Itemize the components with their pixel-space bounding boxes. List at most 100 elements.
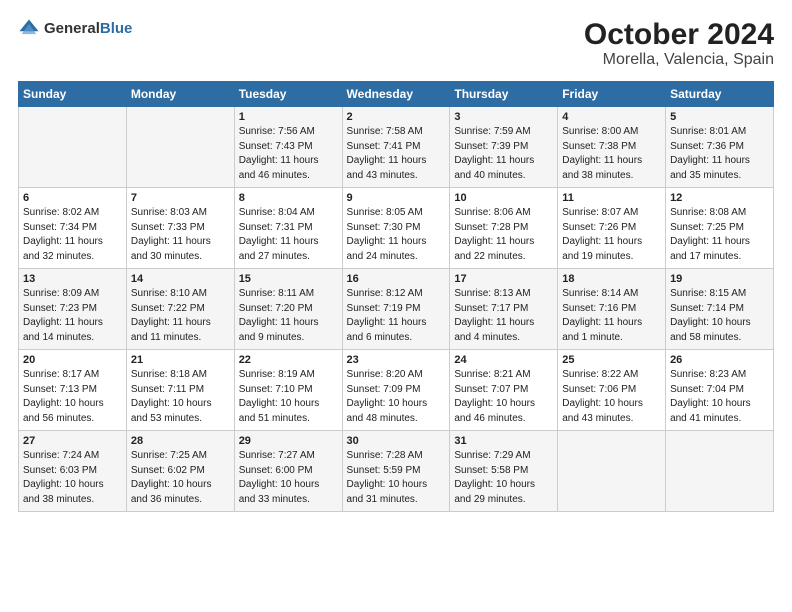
day-number: 8 — [239, 192, 338, 204]
table-row: 22Sunrise: 8:19 AM Sunset: 7:10 PM Dayli… — [234, 350, 342, 431]
table-row: 3 Sunrise: 7:59 AM Sunset: 7:39 PM Daylig… — [450, 107, 558, 188]
day-info: Sunrise: 8:15 AM Sunset: 7:14 PM Dayligh… — [670, 287, 769, 345]
day-info: Sunrise: 8:11 AM Sunset: 7:20 PM Dayligh… — [239, 287, 338, 345]
day-info: Sunrise: 8:13 AM Sunset: 7:17 PM Dayligh… — [454, 287, 553, 345]
table-row: 17 Sunrise: 8:13 AM Sunset: 7:17 PM Dayli… — [450, 269, 558, 350]
header-saturday: Saturday — [666, 82, 774, 107]
day-number: 26 — [670, 354, 769, 366]
table-row: 14Sunrise: 8:10 AM Sunset: 7:22 PM Dayli… — [126, 269, 234, 350]
table-row: 25 Sunrise: 8:22 AM Sunset: 7:06 PM Dayli… — [558, 350, 666, 431]
table-row: 26Sunrise: 8:23 AM Sunset: 7:04 PM Dayli… — [666, 350, 774, 431]
calendar-week-row: 27 Sunrise: 7:24 AM Sunset: 6:03 PM Dayli… — [19, 431, 774, 512]
header-sunday: Sunday — [19, 82, 127, 107]
day-number: 24 — [454, 354, 553, 366]
day-info: Sunrise: 8:17 AM Sunset: 7:13 PM Dayligh… — [23, 368, 122, 426]
day-info: Sunrise: 8:12 AM Sunset: 7:19 PM Dayligh… — [347, 287, 446, 345]
table-row: 16 Sunrise: 8:12 AM Sunset: 7:19 PM Dayli… — [342, 269, 450, 350]
day-number: 20 — [23, 354, 122, 366]
header: GeneralBlue October 2024 Morella, Valenc… — [18, 18, 774, 69]
day-number: 29 — [239, 435, 338, 447]
day-info: Sunrise: 8:20 AM Sunset: 7:09 PM Dayligh… — [347, 368, 446, 426]
day-number: 14 — [131, 273, 230, 285]
day-number: 17 — [454, 273, 553, 285]
table-row: 24Sunrise: 8:21 AM Sunset: 7:07 PM Dayli… — [450, 350, 558, 431]
table-row: 11Sunrise: 8:07 AM Sunset: 7:26 PM Dayli… — [558, 188, 666, 269]
header-friday: Friday — [558, 82, 666, 107]
table-row: 7 Sunrise: 8:03 AM Sunset: 7:33 PM Daylig… — [126, 188, 234, 269]
table-row: 18 Sunrise: 8:14 AM Sunset: 7:16 PM Dayli… — [558, 269, 666, 350]
day-number: 16 — [347, 273, 446, 285]
day-info: Sunrise: 8:02 AM Sunset: 7:34 PM Dayligh… — [23, 206, 122, 264]
day-info: Sunrise: 8:00 AM Sunset: 7:38 PM Dayligh… — [562, 125, 661, 183]
day-number: 12 — [670, 192, 769, 204]
calendar-header-row: Sunday Monday Tuesday Wednesday Thursday… — [19, 82, 774, 107]
logo-icon — [18, 18, 40, 40]
logo-general: GeneralBlue — [44, 20, 132, 38]
day-number: 7 — [131, 192, 230, 204]
table-row: 9Sunrise: 8:05 AM Sunset: 7:30 PM Daylig… — [342, 188, 450, 269]
day-number: 13 — [23, 273, 122, 285]
header-monday: Monday — [126, 82, 234, 107]
day-number: 1 — [239, 111, 338, 123]
table-row: 4 Sunrise: 8:00 AM Sunset: 7:38 PM Daylig… — [558, 107, 666, 188]
day-number: 18 — [562, 273, 661, 285]
day-number: 5 — [670, 111, 769, 123]
day-info: Sunrise: 7:29 AM Sunset: 5:58 PM Dayligh… — [454, 449, 553, 507]
table-row: 21 Sunrise: 8:18 AM Sunset: 7:11 PM Dayli… — [126, 350, 234, 431]
table-row: 2 Sunrise: 7:58 AM Sunset: 7:41 PM Daylig… — [342, 107, 450, 188]
header-wednesday: Wednesday — [342, 82, 450, 107]
calendar-title: October 2024 — [584, 18, 774, 51]
header-tuesday: Tuesday — [234, 82, 342, 107]
day-info: Sunrise: 7:27 AM Sunset: 6:00 PM Dayligh… — [239, 449, 338, 507]
day-info: Sunrise: 7:28 AM Sunset: 5:59 PM Dayligh… — [347, 449, 446, 507]
table-row: 10 Sunrise: 8:06 AM Sunset: 7:28 PM Dayli… — [450, 188, 558, 269]
day-number: 3 — [454, 111, 553, 123]
day-number: 2 — [347, 111, 446, 123]
calendar-week-row: 13 Sunrise: 8:09 AM Sunset: 7:23 PM Dayli… — [19, 269, 774, 350]
day-number: 31 — [454, 435, 553, 447]
table-row: 19 Sunrise: 8:15 AM Sunset: 7:14 PM Dayli… — [666, 269, 774, 350]
calendar-subtitle: Morella, Valencia, Spain — [584, 51, 774, 69]
day-number: 23 — [347, 354, 446, 366]
day-info: Sunrise: 7:56 AM Sunset: 7:43 PM Dayligh… — [239, 125, 338, 183]
table-row: 31 Sunrise: 7:29 AM Sunset: 5:58 PM Dayli… — [450, 431, 558, 512]
day-info: Sunrise: 8:04 AM Sunset: 7:31 PM Dayligh… — [239, 206, 338, 264]
table-row: 15 Sunrise: 8:11 AM Sunset: 7:20 PM Dayli… — [234, 269, 342, 350]
calendar-page: GeneralBlue October 2024 Morella, Valenc… — [0, 0, 792, 612]
table-row: 5 Sunrise: 8:01 AM Sunset: 7:36 PM Daylig… — [666, 107, 774, 188]
day-info: Sunrise: 8:22 AM Sunset: 7:06 PM Dayligh… — [562, 368, 661, 426]
day-info: Sunrise: 8:14 AM Sunset: 7:16 PM Dayligh… — [562, 287, 661, 345]
day-info: Sunrise: 8:06 AM Sunset: 7:28 PM Dayligh… — [454, 206, 553, 264]
day-number: 11 — [562, 192, 661, 204]
day-number: 21 — [131, 354, 230, 366]
day-number: 15 — [239, 273, 338, 285]
calendar-week-row: 1 Sunrise: 7:56 AM Sunset: 7:43 PM Daylig… — [19, 107, 774, 188]
day-info: Sunrise: 8:01 AM Sunset: 7:36 PM Dayligh… — [670, 125, 769, 183]
day-number: 27 — [23, 435, 122, 447]
table-row: 8 Sunrise: 8:04 AM Sunset: 7:31 PM Daylig… — [234, 188, 342, 269]
day-number: 10 — [454, 192, 553, 204]
table-row: 30 Sunrise: 7:28 AM Sunset: 5:59 PM Dayli… — [342, 431, 450, 512]
day-number: 25 — [562, 354, 661, 366]
day-number: 4 — [562, 111, 661, 123]
table-row — [126, 107, 234, 188]
day-info: Sunrise: 7:24 AM Sunset: 6:03 PM Dayligh… — [23, 449, 122, 507]
day-number: 19 — [670, 273, 769, 285]
day-info: Sunrise: 8:09 AM Sunset: 7:23 PM Dayligh… — [23, 287, 122, 345]
day-info: Sunrise: 8:03 AM Sunset: 7:33 PM Dayligh… — [131, 206, 230, 264]
day-info: Sunrise: 8:05 AM Sunset: 7:30 PM Dayligh… — [347, 206, 446, 264]
day-info: Sunrise: 7:59 AM Sunset: 7:39 PM Dayligh… — [454, 125, 553, 183]
day-number: 30 — [347, 435, 446, 447]
table-row — [558, 431, 666, 512]
table-row: 20 Sunrise: 8:17 AM Sunset: 7:13 PM Dayli… — [19, 350, 127, 431]
calendar-week-row: 20 Sunrise: 8:17 AM Sunset: 7:13 PM Dayli… — [19, 350, 774, 431]
table-row: 28Sunrise: 7:25 AM Sunset: 6:02 PM Dayli… — [126, 431, 234, 512]
calendar-table: Sunday Monday Tuesday Wednesday Thursday… — [18, 81, 774, 512]
day-number: 6 — [23, 192, 122, 204]
day-info: Sunrise: 7:25 AM Sunset: 6:02 PM Dayligh… — [131, 449, 230, 507]
day-info: Sunrise: 8:18 AM Sunset: 7:11 PM Dayligh… — [131, 368, 230, 426]
table-row — [666, 431, 774, 512]
day-info: Sunrise: 7:58 AM Sunset: 7:41 PM Dayligh… — [347, 125, 446, 183]
day-number: 22 — [239, 354, 338, 366]
table-row: 6 Sunrise: 8:02 AM Sunset: 7:34 PM Daylig… — [19, 188, 127, 269]
